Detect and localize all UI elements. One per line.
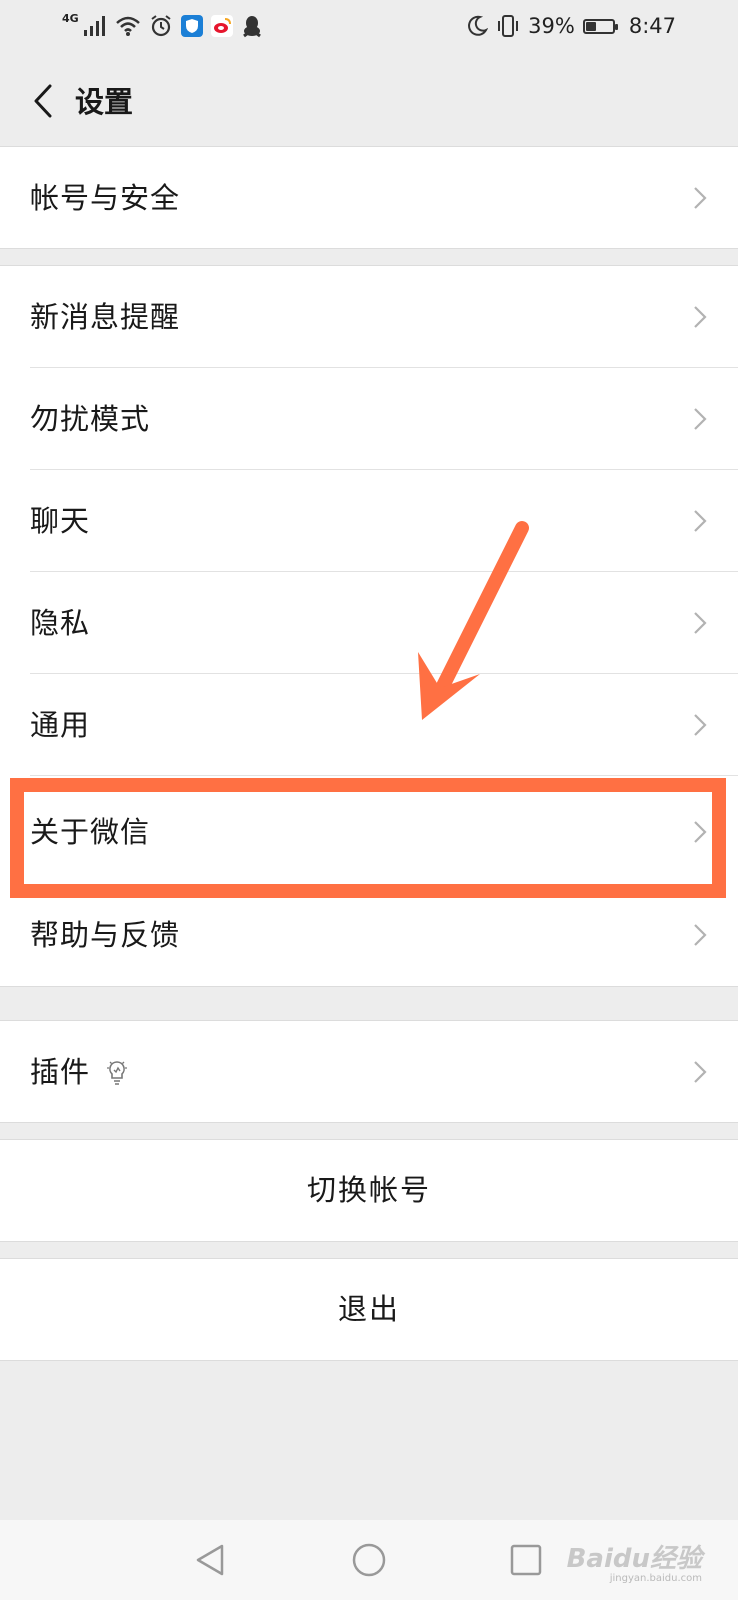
settings-item-label: 新消息提醒 bbox=[30, 300, 181, 334]
settings-item-label: 隐私 bbox=[30, 606, 91, 640]
nav-recents-icon[interactable] bbox=[508, 1542, 544, 1578]
title-bar: 设置 bbox=[0, 58, 738, 146]
watermark-brand: Baidu经验 bbox=[566, 1544, 702, 1574]
chevron-right-icon bbox=[694, 187, 707, 209]
watermark-domain: jingyan.baidu.com bbox=[609, 1573, 702, 1584]
settings-item-label: 帐号与安全 bbox=[30, 181, 181, 215]
plugins-group: 插件 bbox=[0, 1020, 738, 1123]
chevron-right-icon bbox=[694, 306, 707, 328]
system-nav-bar: Baidu经验 jingyan.baidu.com bbox=[0, 1520, 738, 1600]
chevron-right-icon bbox=[694, 510, 707, 532]
nav-home-icon[interactable] bbox=[351, 1542, 387, 1578]
chevron-right-icon bbox=[694, 1061, 707, 1083]
logout-button[interactable]: 退出 bbox=[0, 1259, 738, 1361]
lightbulb-icon bbox=[107, 1061, 127, 1085]
settings-item-chat[interactable]: 聊天 bbox=[0, 470, 738, 572]
status-bar: 4G 39% 8:47 bbox=[0, 0, 738, 58]
settings-item-label: 勿扰模式 bbox=[30, 402, 151, 436]
settings-item-label: 帮助与反馈 bbox=[30, 918, 181, 952]
divider bbox=[30, 775, 738, 776]
battery-fill bbox=[585, 21, 596, 31]
account-group: 帐号与安全 bbox=[0, 146, 738, 249]
watermark: Baidu经验 jingyan.baidu.com bbox=[567, 1538, 702, 1584]
clock: 8:47 bbox=[628, 14, 676, 38]
chevron-right-icon bbox=[694, 714, 707, 736]
settings-item-label: 插件 bbox=[30, 1055, 91, 1089]
moon-icon bbox=[468, 15, 489, 36]
logout-label: 退出 bbox=[337, 1292, 400, 1326]
shield-app-icon bbox=[180, 15, 203, 37]
battery-percent: 39% bbox=[528, 14, 575, 38]
chevron-right-icon bbox=[694, 408, 707, 430]
logout-group: 退出 bbox=[0, 1258, 738, 1361]
settings-item-label: 通用 bbox=[30, 708, 91, 742]
weibo-app-icon bbox=[210, 15, 233, 37]
settings-item-privacy[interactable]: 隐私 bbox=[0, 572, 738, 674]
switch-account-label: 切换帐号 bbox=[306, 1173, 431, 1207]
chevron-left-icon bbox=[34, 84, 52, 118]
chevron-right-icon bbox=[694, 924, 707, 946]
status-bar-left: 4G bbox=[62, 11, 263, 38]
status-bar-right: 39% 8:47 bbox=[466, 14, 676, 38]
back-button[interactable] bbox=[18, 76, 68, 126]
settings-item-do-not-disturb[interactable]: 勿扰模式 bbox=[0, 368, 738, 470]
wifi-icon bbox=[115, 16, 140, 36]
settings-item-new-message-alert[interactable]: 新消息提醒 bbox=[0, 266, 738, 368]
settings-item-plugins[interactable]: 插件 bbox=[0, 1021, 738, 1123]
annotation-arrow-icon bbox=[418, 521, 529, 720]
nav-back-icon[interactable] bbox=[192, 1542, 228, 1578]
switch-account-group: 切换帐号 bbox=[0, 1139, 738, 1242]
alarm-icon bbox=[151, 15, 171, 37]
page-title: 设置 bbox=[75, 85, 134, 119]
network-type: 4G bbox=[62, 11, 79, 25]
annotation-highlight-box bbox=[10, 778, 726, 898]
settings-item-account-security[interactable]: 帐号与安全 bbox=[0, 147, 738, 249]
switch-account-button[interactable]: 切换帐号 bbox=[0, 1140, 738, 1242]
chevron-right-icon bbox=[694, 612, 707, 634]
signal-icon bbox=[83, 16, 105, 36]
settings-item-general[interactable]: 通用 bbox=[0, 674, 738, 776]
battery-icon bbox=[582, 18, 618, 34]
settings-item-help-feedback[interactable]: 帮助与反馈 bbox=[0, 884, 738, 986]
qq-app-icon bbox=[242, 16, 261, 38]
settings-item-label: 聊天 bbox=[30, 504, 91, 538]
vibrate-icon bbox=[498, 15, 519, 37]
